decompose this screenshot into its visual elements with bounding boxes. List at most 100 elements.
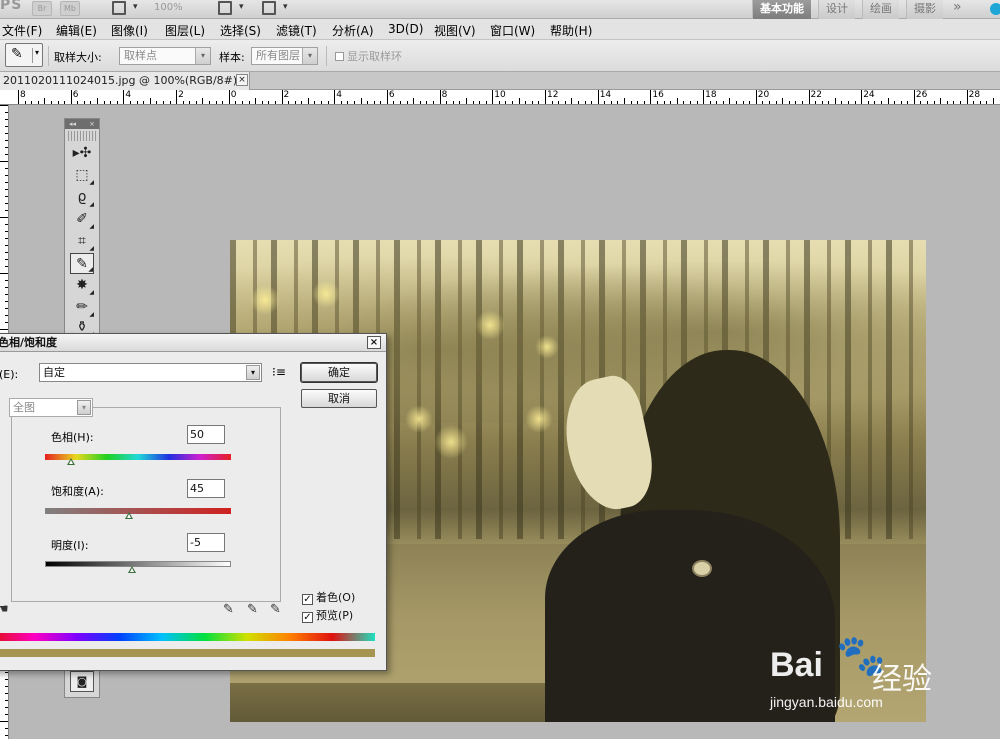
photo-coat-button — [692, 560, 712, 577]
ruler-minor-tick — [604, 101, 606, 104]
screen-mode-icon[interactable] — [262, 1, 276, 15]
ruler-minor-tick — [894, 101, 896, 104]
close-dialog-icon[interactable]: × — [367, 336, 381, 349]
preset-options-icon[interactable]: ⁝≡ — [272, 365, 286, 379]
eyedropper-icon[interactable]: ✎ — [223, 602, 234, 617]
ruler-minor-tick — [927, 101, 929, 104]
show-sampling-ring-checkbox[interactable]: 显示取样环 — [335, 48, 402, 64]
ruler-minor-tick — [5, 224, 8, 225]
ruler-minor-tick — [465, 98, 467, 104]
dialog-title-bar[interactable]: 色相/饱和度 × — [0, 334, 386, 352]
workspace-design[interactable]: 设计 — [818, 0, 855, 19]
ruler-minor-tick — [663, 101, 665, 104]
menu-select[interactable]: 选择(S) — [220, 22, 261, 39]
saturation-slider-thumb[interactable] — [124, 512, 133, 519]
lightness-slider-track[interactable] — [45, 561, 231, 567]
view-extras-icon[interactable] — [112, 1, 126, 15]
view-extras-arrow-icon[interactable]: ▾ — [133, 2, 138, 12]
ruler-tick-label: 2 — [178, 90, 184, 100]
ruler-minor-tick — [5, 119, 8, 120]
ruler-minor-tick — [5, 259, 8, 260]
move-tool-icon[interactable]: ▸✣ — [70, 143, 94, 164]
tool-preset-picker[interactable]: ✎ ▾ — [5, 43, 43, 67]
menu-layer[interactable]: 图层(L) — [165, 22, 205, 39]
workspace-painting[interactable]: 绘画 — [862, 0, 899, 19]
ruler-tick — [123, 90, 125, 104]
ok-button[interactable]: 确定 — [301, 363, 377, 382]
ruler-minor-tick — [327, 101, 329, 104]
ruler-tick — [492, 90, 494, 104]
ruler-minor-tick — [525, 101, 527, 104]
menu-edit[interactable]: 编辑(E) — [56, 22, 97, 39]
ruler-minor-tick — [591, 101, 593, 104]
arrange-documents-icon[interactable] — [218, 1, 232, 15]
menu-3d[interactable]: 3D(D) — [388, 22, 423, 36]
preview-checkbox[interactable]: ✓ 预览(P) — [302, 607, 353, 623]
menu-window[interactable]: 窗口(W) — [490, 22, 535, 39]
menu-view[interactable]: 视图(V) — [434, 22, 476, 39]
eyedropper-minus-icon[interactable]: ✎ — [270, 602, 281, 617]
mini-bridge-button[interactable]: Mb — [60, 1, 80, 16]
close-panel-icon[interactable]: × — [89, 119, 95, 129]
healing-brush-tool-icon[interactable]: ✸ ◢ — [70, 275, 94, 296]
zoom-level[interactable]: 100% — [154, 2, 183, 13]
menu-analysis[interactable]: 分析(A) — [332, 22, 374, 39]
ruler-minor-tick — [907, 101, 909, 104]
eyedropper-tool-icon[interactable]: ✎ ◢ — [70, 253, 94, 274]
ruler-minor-tick — [617, 101, 619, 104]
sample-size-select[interactable]: 取样点 ▾ — [119, 47, 211, 65]
ruler-minor-tick — [426, 101, 428, 104]
crop-tool-icon[interactable]: ⌗ ◢ — [70, 231, 94, 252]
hand-tool-icon[interactable]: ☚ — [0, 602, 9, 617]
collapse-panel-icon[interactable]: ◂◂ — [69, 120, 76, 128]
cancel-button[interactable]: 取消 — [301, 389, 377, 408]
screen-mode-arrow-icon[interactable]: ▾ — [283, 2, 288, 12]
lasso-tool-icon[interactable]: ϱ ◢ — [70, 187, 94, 208]
tools-panel-header[interactable]: ◂◂ × — [65, 119, 99, 129]
saturation-input[interactable]: 45 — [187, 479, 225, 498]
saturation-slider-track[interactable] — [45, 508, 231, 514]
cs-live-icon[interactable] — [990, 3, 1000, 15]
workspace-photography[interactable]: 摄影 — [906, 0, 943, 19]
separator — [48, 46, 49, 66]
arrange-arrow-icon[interactable]: ▾ — [239, 2, 244, 12]
quick-mask-icon[interactable]: ◙ — [70, 671, 94, 692]
ruler-minor-tick — [946, 101, 948, 104]
ruler-minor-tick — [288, 101, 290, 104]
hue-slider-thumb[interactable] — [67, 458, 76, 465]
quick-select-tool-icon[interactable]: ✐ ◢ — [70, 209, 94, 230]
sample-select[interactable]: 所有图层 ▾ — [251, 47, 318, 65]
menu-image[interactable]: 图像(I) — [111, 22, 148, 39]
brush-tool-icon[interactable]: ✏ ◢ — [70, 297, 94, 318]
ruler-minor-tick — [129, 101, 131, 104]
ruler-minor-tick — [512, 101, 514, 104]
ruler-tick — [650, 90, 652, 104]
marquee-tool-icon[interactable]: ⬚ ◢ — [70, 165, 94, 186]
ruler-minor-tick — [979, 101, 981, 104]
ruler-minor-tick — [716, 101, 718, 104]
preset-select[interactable]: 自定 ▾ — [39, 363, 262, 382]
menu-file[interactable]: 文件(F) — [2, 22, 42, 39]
hue-label: 色相(H): — [51, 431, 94, 444]
menu-filter[interactable]: 滤镜(T) — [276, 22, 317, 39]
horizontal-ruler[interactable]: 8 6 4 2 0 2 4 6 8 10 12 14 16 18 20 22 24 26 28 — [0, 90, 1000, 105]
colorize-checkbox[interactable]: ✓ 着色(O) — [302, 589, 355, 605]
channel-select[interactable]: 全图 ▾ — [9, 398, 93, 417]
ruler-minor-tick — [90, 101, 92, 104]
lightness-slider-thumb[interactable] — [128, 566, 137, 573]
document-tab[interactable]: 20110201110240​15.jpg @ 100%(RGB/8#) * × — [0, 72, 250, 90]
more-workspaces-icon[interactable]: » — [953, 0, 962, 15]
ruler-minor-tick — [920, 101, 922, 104]
close-tab-icon[interactable]: × — [236, 74, 248, 86]
bridge-button[interactable]: Br — [32, 1, 52, 16]
ruler-minor-tick — [64, 101, 66, 104]
lightness-input[interactable]: -5 — [187, 533, 225, 552]
hue-input[interactable]: 50 — [187, 425, 225, 444]
workspace-essentials[interactable]: 基本功能 — [752, 0, 811, 19]
menu-help[interactable]: 帮助(H) — [550, 22, 592, 39]
eyedropper-plus-icon[interactable]: ✎ — [247, 602, 258, 617]
ruler-minor-tick — [0, 105, 8, 106]
eyedropper-icon: ✎ — [11, 46, 23, 62]
ruler-minor-tick — [953, 101, 955, 104]
panel-grip[interactable] — [68, 131, 96, 141]
